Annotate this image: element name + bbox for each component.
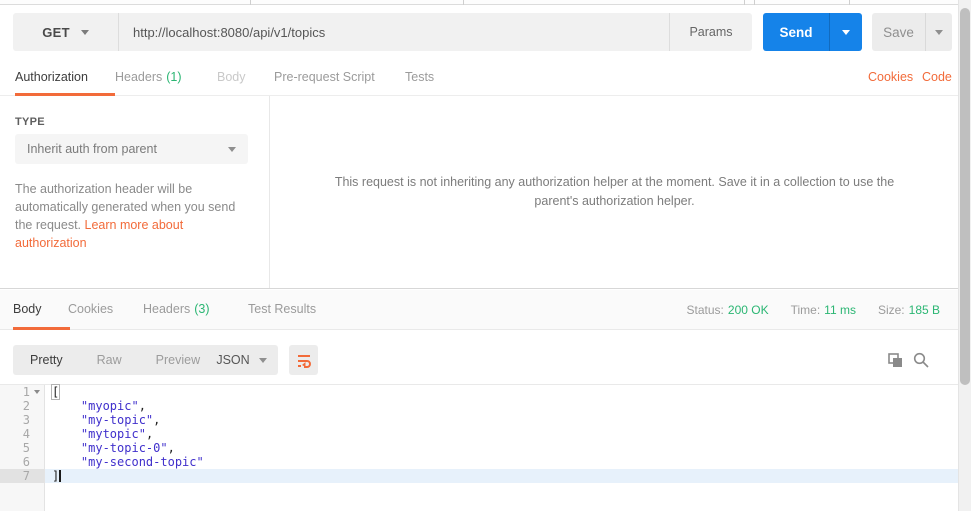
time-value: 11 ms: [824, 302, 856, 317]
tab-divider: [463, 0, 464, 5]
tab-divider: [250, 0, 251, 5]
code-line: 6 "my-second-topic": [0, 455, 958, 469]
wrap-lines-icon: [297, 355, 311, 368]
chevron-down-icon: [258, 357, 267, 363]
headers-count-badge: (1): [166, 70, 182, 84]
scrollbar-thumb[interactable]: [960, 8, 970, 385]
response-tab-test-results[interactable]: Test Results: [248, 290, 316, 329]
line-number: 7: [0, 469, 45, 483]
auth-help-text: The authorization header will be automat…: [15, 182, 236, 250]
response-tab-body[interactable]: Body: [13, 290, 70, 330]
code-line: 5 "my-topic-0",: [0, 441, 958, 455]
code-line: 4 "mytopic",: [0, 427, 958, 441]
response-header: Body Cookies Headers (3) Test Results Sta…: [0, 290, 958, 330]
wrap-lines-button[interactable]: [289, 345, 318, 375]
code-text: ]: [45, 469, 958, 483]
copy-response-button[interactable]: [886, 351, 904, 369]
tab-headers[interactable]: Headers (1): [115, 60, 182, 95]
response-toolbar: Pretty Raw Preview JSON: [0, 330, 958, 384]
type-label: TYPE: [15, 116, 45, 128]
response-body-editor[interactable]: 1[2 "myopic", 3 "my-topic", 4 "mytopic", 5 …: [0, 384, 958, 511]
search-icon: [913, 352, 929, 368]
request-tabs: Authorization Headers (1) Body Pre-reques…: [0, 60, 958, 96]
code-text: "mytopic",: [80, 427, 154, 441]
response-tab-cookies[interactable]: Cookies: [68, 290, 113, 329]
line-number: 3: [0, 413, 45, 427]
vertical-scrollbar[interactable]: [958, 0, 971, 511]
line-number: 1: [0, 385, 45, 399]
line-number: 5: [0, 441, 45, 455]
code-text: "my-topic",: [80, 413, 161, 427]
fold-caret-icon[interactable]: [34, 390, 40, 394]
view-mode-pretty[interactable]: Pretty: [13, 345, 80, 375]
code-text: "my-second-topic": [80, 455, 204, 469]
code-line: 2 "myopic",: [0, 399, 958, 413]
send-button[interactable]: Send: [763, 13, 829, 51]
copy-icon: [888, 353, 902, 367]
send-button-group: Send: [763, 13, 862, 51]
save-button-group: Save: [872, 13, 952, 51]
params-button[interactable]: Params: [669, 13, 752, 51]
tab-pre-request-script[interactable]: Pre-request Script: [274, 60, 375, 95]
line-number: 2: [0, 399, 45, 413]
code-text: "my-topic-0",: [80, 441, 175, 455]
tab-divider: [849, 0, 850, 5]
format-value: JSON: [216, 353, 250, 367]
request-url-bar: GET http://localhost:8080/api/v1/topics …: [13, 13, 752, 51]
code-text: [: [50, 384, 61, 400]
method-label: GET: [42, 24, 70, 40]
auth-inherit-panel: This request is not inheriting any autho…: [271, 96, 958, 288]
time-badge: Time: 11 ms: [790, 302, 856, 317]
chevron-down-icon: [935, 29, 943, 35]
response-tab-headers[interactable]: Headers (3): [143, 290, 210, 329]
authorization-panel: TYPE Inherit auth from parent The author…: [0, 96, 958, 289]
text-cursor: [59, 470, 62, 482]
auth-type-panel: TYPE Inherit auth from parent The author…: [0, 96, 270, 288]
format-dropdown[interactable]: JSON: [205, 345, 278, 375]
save-button[interactable]: Save: [872, 13, 925, 51]
workspace-tabbar-clipped: [0, 0, 958, 5]
status-badge: Status: 200 OK: [686, 302, 769, 317]
search-response-button[interactable]: [912, 351, 930, 369]
auth-type-value: Inherit auth from parent: [27, 142, 157, 156]
line-number: 4: [0, 427, 45, 441]
save-options-button[interactable]: [925, 13, 952, 51]
auth-type-dropdown[interactable]: Inherit auth from parent: [15, 134, 248, 164]
line-number: 6: [0, 455, 45, 469]
inherit-auth-message: This request is not inheriting any autho…: [334, 175, 895, 208]
response-headers-count-badge: (3): [194, 302, 210, 316]
tab-body[interactable]: Body: [217, 60, 246, 95]
code-line: 1[: [0, 384, 958, 400]
code-text: "myopic",: [80, 399, 146, 413]
code-lines: 1[2 "myopic", 3 "my-topic", 4 "mytopic", 5 …: [0, 384, 958, 483]
url-input[interactable]: http://localhost:8080/api/v1/topics: [119, 13, 669, 51]
code-line: 7]: [0, 469, 958, 483]
size-value: 185 B: [908, 302, 940, 317]
chevron-down-icon: [228, 146, 236, 152]
code-line: 3 "my-topic",: [0, 413, 958, 427]
response-meta: Status: 200 OK Time: 11 ms Size: 185 B: [687, 290, 940, 329]
view-mode-raw[interactable]: Raw: [80, 345, 139, 375]
status-value: 200 OK: [727, 302, 769, 317]
tab-tests[interactable]: Tests: [405, 60, 434, 95]
chevron-down-icon: [80, 29, 89, 35]
tab-divider: [744, 0, 745, 5]
code-link[interactable]: Code: [922, 60, 952, 95]
chevron-down-icon: [842, 29, 850, 35]
send-options-button[interactable]: [829, 13, 862, 51]
tab-authorization[interactable]: Authorization: [15, 60, 115, 96]
method-dropdown[interactable]: GET: [13, 13, 119, 51]
cookies-link[interactable]: Cookies: [868, 60, 913, 95]
postman-request-window: GET http://localhost:8080/api/v1/topics …: [0, 0, 971, 511]
tab-divider: [754, 0, 755, 5]
size-badge: Size: 185 B: [877, 302, 940, 317]
view-mode-switch: Pretty Raw Preview: [13, 345, 218, 375]
